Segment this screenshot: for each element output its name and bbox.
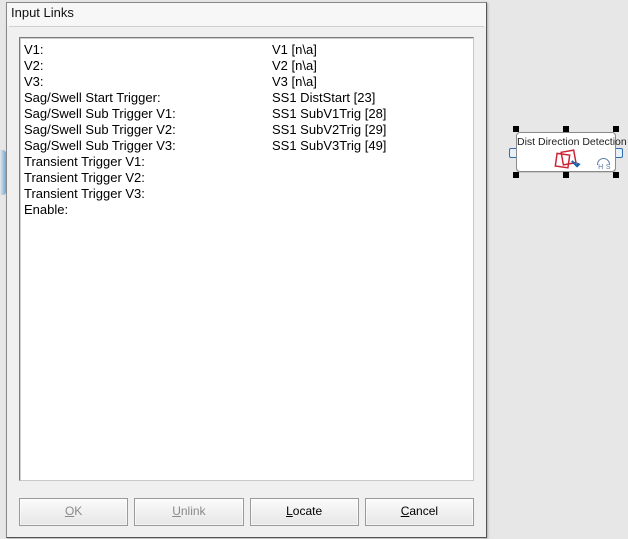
locate-button[interactable]: Locate [250, 498, 359, 526]
input-link-label: Transient Trigger V2: [24, 170, 272, 186]
input-link-value: SS1 SubV1Trig [28] [272, 106, 473, 122]
block-title: Dist Direction Detection 1 [517, 133, 615, 149]
input-link-label: Transient Trigger V3: [24, 186, 272, 202]
input-link-label: Sag/Swell Sub Trigger V3: [24, 138, 272, 154]
input-links-list[interactable]: V1:V1 [n\a]V2:V2 [n\a]V3:V3 [n\a]Sag/Swe… [19, 37, 474, 481]
list-item[interactable]: Sag/Swell Start Trigger:SS1 DistStart [2… [24, 90, 473, 106]
block-dist-direction-detection[interactable]: Dist Direction Detection 1 H S [510, 126, 622, 178]
divider [9, 26, 484, 27]
input-link-value: V3 [n\a] [272, 74, 473, 90]
list-item[interactable]: Transient Trigger V2: [24, 170, 473, 186]
input-link-value: V1 [n\a] [272, 42, 473, 58]
list-item[interactable]: Transient Trigger V3: [24, 186, 473, 202]
input-link-label: Enable: [24, 202, 272, 218]
input-link-value [272, 202, 473, 218]
list-item[interactable]: V1:V1 [n\a] [24, 42, 473, 58]
input-link-label: V1: [24, 42, 272, 58]
input-link-label: Sag/Swell Sub Trigger V2: [24, 122, 272, 138]
input-link-value: SS1 DistStart [23] [272, 90, 473, 106]
input-link-value: SS1 SubV3Trig [49] [272, 138, 473, 154]
list-item[interactable]: V3:V3 [n\a] [24, 74, 473, 90]
list-item[interactable]: Sag/Swell Sub Trigger V3:SS1 SubV3Trig [… [24, 138, 473, 154]
ok-button[interactable]: OK [19, 498, 128, 526]
input-link-label: V3: [24, 74, 272, 90]
list-item[interactable]: V2:V2 [n\a] [24, 58, 473, 74]
input-link-value: SS1 SubV2Trig [29] [272, 122, 473, 138]
input-link-value [272, 154, 473, 170]
input-links-dialog: Input Links V1:V1 [n\a]V2:V2 [n\a]V3:V3 … [6, 2, 487, 538]
unlink-button[interactable]: Unlink [134, 498, 243, 526]
list-item[interactable]: Sag/Swell Sub Trigger V2:SS1 SubV2Trig [… [24, 122, 473, 138]
list-item[interactable]: Enable: [24, 202, 473, 218]
dialog-title: Input Links [7, 3, 486, 26]
list-item[interactable]: Transient Trigger V1: [24, 154, 473, 170]
dialog-button-bar: OK Unlink Locate Cancel [19, 498, 474, 526]
input-link-label: V2: [24, 58, 272, 74]
list-item[interactable]: Sag/Swell Sub Trigger V1:SS1 SubV1Trig [… [24, 106, 473, 122]
input-link-value [272, 170, 473, 186]
cancel-button[interactable]: Cancel [365, 498, 474, 526]
selection-handle[interactable] [613, 126, 619, 132]
input-link-value: V2 [n\a] [272, 58, 473, 74]
input-link-label: Sag/Swell Start Trigger: [24, 90, 272, 106]
selection-handle[interactable] [513, 126, 519, 132]
input-link-label: Sag/Swell Sub Trigger V1: [24, 106, 272, 122]
input-link-label: Transient Trigger V1: [24, 154, 272, 170]
hs-indicator: H S [598, 164, 611, 171]
input-link-value [272, 186, 473, 202]
